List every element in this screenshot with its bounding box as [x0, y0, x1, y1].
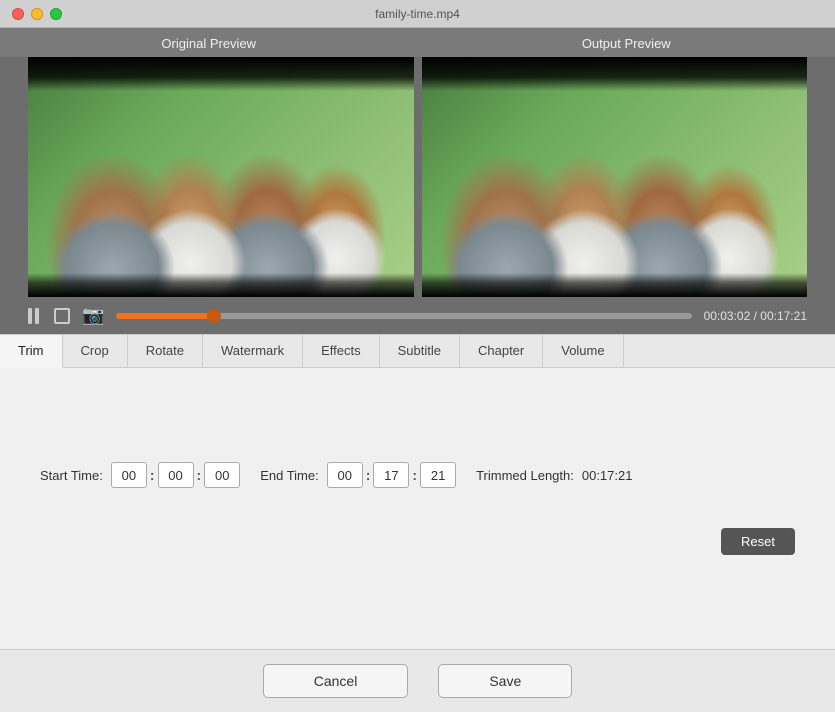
stop-icon — [54, 308, 70, 324]
end-hour-input[interactable] — [327, 462, 363, 488]
minimize-button[interactable] — [31, 8, 43, 20]
end-time-label: End Time: — [260, 468, 319, 483]
end-minute-input[interactable] — [373, 462, 409, 488]
preview-section: Original Preview Output Preview — [0, 28, 835, 334]
trimmed-length-value: 00:17:21 — [582, 468, 633, 483]
trimmed-length-group: Trimmed Length: 00:17:21 — [476, 468, 632, 483]
titlebar: family-time.mp4 — [0, 0, 835, 28]
preview-labels: Original Preview Output Preview — [0, 28, 835, 57]
trim-tab-content: Start Time: : : End Time: : : — [0, 368, 835, 649]
bottom-bar: Cancel Save — [0, 649, 835, 712]
end-second-input[interactable] — [420, 462, 456, 488]
maximize-button[interactable] — [50, 8, 62, 20]
window-title: family-time.mp4 — [375, 7, 460, 21]
start-minute-input[interactable] — [158, 462, 194, 488]
end-sep-1: : — [366, 467, 371, 483]
progress-thumb — [207, 309, 221, 323]
reset-button[interactable]: Reset — [721, 528, 795, 555]
controls-bar: 📷 00:03:02 / 00:17:21 — [0, 297, 835, 334]
stop-button[interactable] — [54, 308, 70, 324]
tabs-section: Trim Crop Rotate Watermark Effects Subti… — [0, 334, 835, 649]
trimmed-length-label: Trimmed Length: — [476, 468, 574, 483]
original-video-frame — [28, 57, 414, 297]
start-sep-2: : — [197, 467, 202, 483]
pause-button[interactable] — [28, 308, 42, 324]
start-second-input[interactable] — [204, 462, 240, 488]
output-video-frame — [422, 57, 808, 297]
tab-subtitle[interactable]: Subtitle — [380, 335, 460, 367]
cancel-button[interactable]: Cancel — [263, 664, 409, 698]
reset-row: Reset — [40, 528, 795, 555]
start-hour-input[interactable] — [111, 462, 147, 488]
screenshot-button[interactable]: 📷 — [82, 305, 104, 326]
camera-icon: 📷 — [82, 305, 104, 326]
end-time-fields: : : — [327, 462, 456, 488]
tab-rotate[interactable]: Rotate — [128, 335, 203, 367]
tab-crop[interactable]: Crop — [63, 335, 128, 367]
start-sep-1: : — [150, 467, 155, 483]
tab-trim[interactable]: Trim — [0, 335, 63, 368]
window-controls — [12, 8, 62, 20]
tabs-bar: Trim Crop Rotate Watermark Effects Subti… — [0, 335, 835, 368]
progress-bar[interactable] — [116, 313, 691, 319]
tab-effects[interactable]: Effects — [303, 335, 380, 367]
close-button[interactable] — [12, 8, 24, 20]
save-button[interactable]: Save — [438, 664, 572, 698]
preview-videos — [0, 57, 835, 297]
pause-icon — [28, 308, 42, 324]
tab-volume[interactable]: Volume — [543, 335, 623, 367]
end-sep-2: : — [412, 467, 417, 483]
output-preview-label: Output Preview — [418, 36, 835, 51]
start-time-label: Start Time: — [40, 468, 103, 483]
start-time-group: Start Time: : : — [40, 462, 240, 488]
progress-fill — [116, 313, 214, 319]
time-display: 00:03:02 / 00:17:21 — [704, 309, 807, 323]
tab-chapter[interactable]: Chapter — [460, 335, 543, 367]
original-preview-label: Original Preview — [0, 36, 418, 51]
trim-time-row: Start Time: : : End Time: : : — [40, 462, 795, 488]
end-time-group: End Time: : : — [260, 462, 456, 488]
tab-watermark[interactable]: Watermark — [203, 335, 303, 367]
start-time-fields: : : — [111, 462, 240, 488]
